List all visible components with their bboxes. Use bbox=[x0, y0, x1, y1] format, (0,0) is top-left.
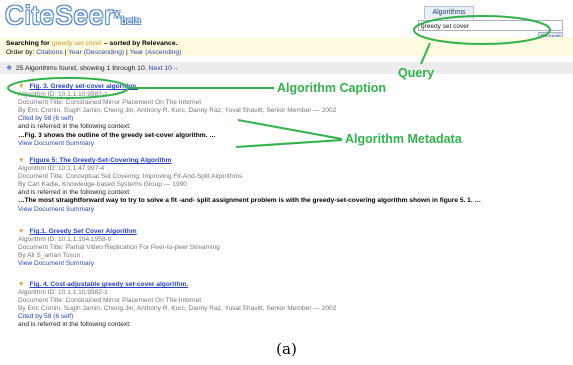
order-by: Order by: Citations | Year (Descending) … bbox=[6, 49, 182, 56]
logo-name: CiteSeer bbox=[5, 0, 115, 30]
result-title-link[interactable]: Figure 5: The Greedy-Set-Covering Algori… bbox=[30, 157, 172, 164]
authors: By Eric Cronin, Sugih Jamin, Cheng Jin, … bbox=[18, 107, 337, 115]
results-count: ❖ 25 Algorithms found, showing 1 through… bbox=[6, 65, 179, 72]
next-page-link[interactable]: Next 10→ bbox=[149, 65, 179, 72]
figure-label: (a) bbox=[276, 340, 297, 358]
search-input[interactable]: greedy set cover bbox=[418, 20, 563, 31]
result-title-link[interactable]: Fig. 3. Greedy set-cover algorithm. bbox=[30, 83, 138, 90]
referred-text: and is referred in the following context… bbox=[18, 321, 131, 329]
citeseer-logo[interactable]: CiteSeerxbeta bbox=[5, 0, 141, 30]
authors: By Ali S_aman Tosun bbox=[18, 252, 81, 260]
referred-text: and is referred in the following context… bbox=[18, 189, 131, 197]
result-item: ▼ Fig. 4. Cost-adjustable greedy set-cove… bbox=[18, 281, 336, 330]
order-year-desc-link[interactable]: Year (Descending) bbox=[68, 49, 124, 56]
result-title-link[interactable]: Fig. 4. Cost-adjustable greedy set-cover… bbox=[30, 281, 189, 288]
results-icon: ❖ bbox=[6, 65, 13, 72]
document-title: Document Title: Partial Video Replicatio… bbox=[18, 244, 220, 252]
algorithm-id: Algorithm ID: 10.1.1.10.9982-1 bbox=[18, 289, 108, 297]
screenshot: CiteSeerxbeta Algorithms greedy set cove… bbox=[0, 0, 573, 333]
order-year-asc-link[interactable]: Year (Ascending) bbox=[130, 49, 182, 56]
algorithm-id: Algorithm ID: 10.1.1.47.997-4 bbox=[18, 165, 105, 173]
searching-for-text: Searching for greedy set cover – sorted … bbox=[6, 40, 178, 47]
context-snippet: …The most straightforward way to try to … bbox=[18, 197, 482, 205]
caption-annotation-label: Algorithm Caption bbox=[277, 81, 387, 95]
expand-triangle-icon[interactable]: ▼ bbox=[18, 83, 25, 91]
result-item: ▼ Fig.1. Greedy Set Cover Algorithm Algor… bbox=[18, 228, 220, 268]
cited-by-link[interactable]: Cited by 58 (6 self) bbox=[18, 115, 336, 123]
context-snippet: …Fig. 3 shows the outline of the greedy … bbox=[18, 131, 216, 139]
document-title: Document Title: Constrained Mirror Place… bbox=[18, 99, 202, 107]
view-summary-link[interactable]: View Document Summary bbox=[18, 260, 220, 268]
view-summary-link[interactable]: View Document Summary bbox=[18, 206, 481, 214]
referred-text: and is referred in the following context… bbox=[18, 123, 131, 131]
result-title-link[interactable]: Fig.1. Greedy Set Cover Algorithm bbox=[30, 228, 137, 235]
authors: By Carl Kadie, Knowledge-based Systems G… bbox=[18, 181, 187, 189]
document-title: Document Title: Constrained Mirror Place… bbox=[18, 297, 202, 305]
order-citations-link[interactable]: Citations bbox=[36, 49, 62, 56]
searching-query[interactable]: greedy set cover bbox=[52, 40, 102, 47]
query-annotation-label: Query bbox=[398, 66, 435, 80]
metadata-annotation-label: Algorithm Metadata bbox=[345, 132, 462, 146]
tab-algorithms[interactable]: Algorithms bbox=[424, 6, 474, 19]
logo-beta: beta bbox=[121, 16, 141, 27]
expand-triangle-icon[interactable]: ▼ bbox=[18, 228, 25, 236]
view-summary-link[interactable]: View Document Summary bbox=[18, 140, 336, 148]
document-title: Document Title: Conceptual Set Covering:… bbox=[18, 173, 243, 181]
expand-triangle-icon[interactable]: ▼ bbox=[18, 281, 25, 289]
result-item: ▼ Figure 5: The Greedy-Set-Covering Algor… bbox=[18, 157, 481, 214]
expand-triangle-icon[interactable]: ▼ bbox=[18, 157, 25, 165]
algorithm-id: Algorithm ID: 10.1.1.104.1958-0 bbox=[18, 236, 112, 244]
cited-by-link[interactable]: Cited by 58 (6 self) bbox=[18, 313, 336, 321]
authors: By Eric Cronin, Sugih Jamin, Cheng Jin, … bbox=[18, 305, 337, 313]
